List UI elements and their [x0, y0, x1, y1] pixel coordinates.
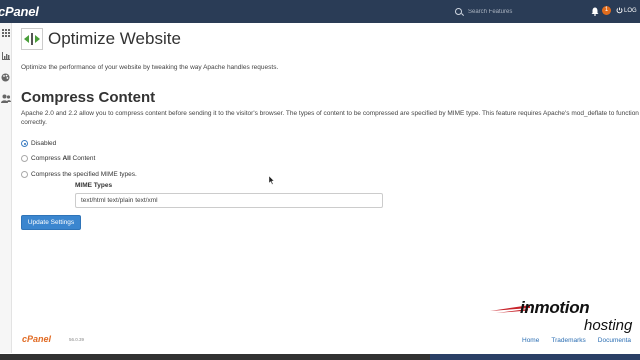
section-description: Apache 2.0 and 2.2 allow you to compress…	[21, 110, 639, 126]
taskbar-accent	[430, 354, 640, 360]
radio-compress-specified[interactable]: Compress the specified MIME types.	[21, 171, 137, 178]
mime-types-input[interactable]	[75, 193, 383, 208]
section-title: Compress Content	[21, 89, 156, 106]
search-input[interactable]	[468, 8, 568, 15]
cpanel-logo[interactable]: cPanel	[0, 4, 39, 19]
palette-icon[interactable]	[0, 71, 11, 83]
radio-label: Disabled	[31, 140, 57, 147]
grid-icon[interactable]	[0, 27, 11, 39]
brand-top: inmotion	[520, 298, 590, 317]
logout-label: LOG	[624, 7, 637, 14]
radio-button[interactable]	[21, 140, 28, 147]
radio-label: Compress the specified MIME types.	[31, 171, 137, 178]
brand-bottom: hosting	[584, 317, 633, 334]
bell-icon[interactable]	[591, 7, 599, 16]
radio-compress-all[interactable]: Compress All Content	[21, 155, 95, 162]
update-settings-button[interactable]: Update Settings	[21, 215, 81, 230]
footer-links: Home Trademarks Documenta	[522, 337, 631, 344]
version-number: 56.0.39	[69, 337, 85, 342]
mouse-cursor-icon	[269, 176, 275, 185]
footer-link-home[interactable]: Home	[522, 337, 539, 344]
footer-cpanel-logo: cPanel	[22, 334, 52, 344]
logout-icon	[616, 7, 623, 14]
page-title: Optimize Website	[48, 29, 181, 48]
stats-icon[interactable]	[0, 50, 11, 62]
mime-types-label: MIME Types	[75, 182, 113, 189]
page-header: Optimize Website	[21, 28, 181, 50]
radio-label-prefix: Compress	[31, 155, 63, 162]
radio-label-suffix: Content	[70, 155, 96, 162]
top-navigation-bar: cPanel 1 LOG	[0, 0, 640, 23]
sidebar	[0, 23, 12, 353]
radio-button[interactable]	[21, 155, 28, 162]
main-content: Optimize Website Optimize the performanc…	[21, 23, 640, 323]
radio-label-bold: All	[62, 155, 71, 162]
optimize-icon	[21, 28, 43, 50]
radio-disabled[interactable]: Disabled	[21, 140, 56, 147]
inmotion-hosting-logo: inmotion hosting	[490, 298, 640, 338]
page-description: Optimize the performance of your website…	[21, 64, 279, 71]
notification-badge[interactable]: 1	[602, 6, 611, 15]
footer-link-trademarks[interactable]: Trademarks	[551, 337, 585, 344]
footer-link-documentation[interactable]: Documenta	[598, 337, 631, 344]
logout-link[interactable]: LOG	[616, 7, 637, 14]
taskbar-strip	[0, 354, 640, 360]
search-box[interactable]	[455, 5, 575, 18]
users-icon[interactable]	[0, 92, 11, 104]
search-icon	[455, 8, 462, 15]
radio-button[interactable]	[21, 171, 28, 178]
